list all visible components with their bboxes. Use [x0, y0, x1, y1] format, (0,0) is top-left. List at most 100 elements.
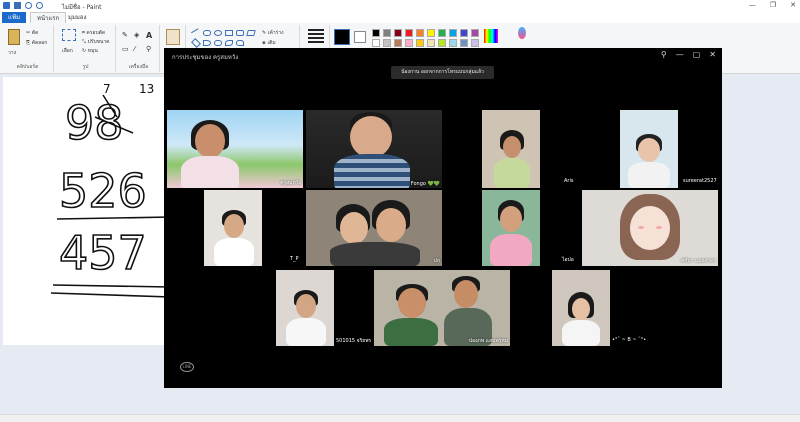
- participant-tile[interactable]: [620, 110, 678, 188]
- color-swatch[interactable]: [416, 39, 424, 47]
- participant-tile[interactable]: [482, 110, 540, 188]
- color-swatch[interactable]: [471, 39, 479, 47]
- curve-shape-icon[interactable]: [203, 30, 211, 36]
- oval-shape-icon[interactable]: [214, 30, 222, 36]
- arrow-shape-icon[interactable]: [203, 40, 211, 46]
- color-swatch[interactable]: [372, 39, 380, 47]
- pencil-icon[interactable]: ✎: [122, 31, 128, 39]
- participant-tile[interactable]: ครูสมหวัง: [167, 110, 303, 188]
- text-tool-icon[interactable]: A: [146, 31, 152, 40]
- paint3d-icon[interactable]: [518, 27, 526, 39]
- number-row-2: 526: [59, 164, 147, 218]
- save-icon[interactable]: [14, 2, 21, 9]
- number-row-1: 98: [65, 96, 124, 150]
- maximize-icon[interactable]: ▢: [693, 50, 701, 59]
- redo-icon[interactable]: [36, 2, 43, 9]
- polygon-shape-icon[interactable]: [246, 30, 256, 36]
- paste-icon[interactable]: [8, 29, 20, 45]
- fill-bucket-icon[interactable]: ◈: [134, 31, 139, 39]
- participant-tile[interactable]: [552, 270, 610, 346]
- fill-label: เติม: [267, 40, 276, 46]
- close-icon[interactable]: ✕: [709, 50, 716, 59]
- color-swatch[interactable]: [416, 29, 424, 37]
- copy-button[interactable]: ⎘ คัดลอก: [26, 39, 47, 47]
- line-shape-icon[interactable]: [191, 28, 201, 38]
- participant-tile[interactable]: [482, 190, 540, 266]
- color-swatch[interactable]: [449, 39, 457, 47]
- paint-app-icon: [3, 2, 10, 9]
- callout-shape-icon[interactable]: [214, 40, 222, 46]
- color2-selector[interactable]: [354, 31, 366, 43]
- eraser-icon[interactable]: ▭: [122, 45, 129, 53]
- carry-digit-a: 7: [103, 82, 111, 96]
- color1-selector[interactable]: [334, 29, 350, 45]
- cut-button[interactable]: ✂ ตัด: [26, 29, 38, 37]
- rectangle-shape-icon[interactable]: [225, 30, 233, 36]
- window-controls: — ❐ ✕: [749, 1, 796, 9]
- crop-button[interactable]: ⌗ ครอบตัด: [82, 29, 105, 37]
- color-swatch[interactable]: [394, 29, 402, 37]
- participant-tile[interactable]: [204, 190, 262, 266]
- color-palette: [372, 29, 484, 49]
- participant-name: ศศินา แดงสาคร: [681, 258, 716, 264]
- select-icon[interactable]: [62, 29, 76, 41]
- resize-button[interactable]: ⤡ ปรับขนาด: [82, 38, 110, 46]
- resize-label: ปรับขนาด: [87, 39, 110, 45]
- tab-home[interactable]: หน้าแรก: [30, 12, 67, 23]
- brush-icon[interactable]: [166, 29, 180, 45]
- color-swatch[interactable]: [471, 29, 479, 37]
- lightning-shape-icon[interactable]: [236, 40, 244, 46]
- diamond-shape-icon[interactable]: [191, 38, 201, 48]
- edit-colors-icon[interactable]: [484, 29, 498, 43]
- fill-button[interactable]: ◈ เติม: [262, 39, 276, 47]
- color-swatch[interactable]: [383, 29, 391, 37]
- minimize-icon[interactable]: —: [749, 1, 756, 9]
- select-button[interactable]: เลือก: [62, 47, 73, 55]
- restore-icon[interactable]: ❐: [770, 1, 776, 9]
- participant-name: •°˜ ~ B ~ ˜°•: [612, 337, 647, 343]
- minimize-icon[interactable]: —: [676, 50, 684, 59]
- tools-group-label: เครื่องมือ: [128, 64, 149, 70]
- heart-shape-icon[interactable]: [225, 40, 233, 46]
- color-swatch[interactable]: [460, 39, 468, 47]
- line-chat-icon[interactable]: LINE: [180, 362, 194, 372]
- tools-group: ✎ ◈ A ▭ ⁄ ⚲ เครื่องมือ: [118, 25, 160, 72]
- color-swatch[interactable]: [438, 39, 446, 47]
- color-swatch[interactable]: [427, 39, 435, 47]
- crop-label: ครอบตัด: [86, 30, 106, 36]
- participant-tile[interactable]: ปองภพ แสนพรหม: [374, 270, 510, 346]
- rounded-rect-shape-icon[interactable]: [236, 30, 244, 36]
- paste-button[interactable]: วาง: [8, 49, 16, 57]
- drawing-canvas[interactable]: 7 13 98 526 457: [3, 77, 173, 345]
- undo-icon[interactable]: [25, 2, 32, 9]
- pin-icon[interactable]: ⚲: [661, 50, 667, 59]
- magnifier-icon[interactable]: ⚲: [146, 45, 151, 53]
- handwriting-drawing: 7 13 98 526 457: [50, 82, 172, 298]
- color-swatch[interactable]: [460, 29, 468, 37]
- color-swatch[interactable]: [372, 29, 380, 37]
- window-title: ไม่มีชื่อ - Paint: [62, 4, 102, 11]
- outline-button[interactable]: ✎ เค้าร่าง: [262, 29, 284, 37]
- participant-tile[interactable]: [276, 270, 334, 346]
- participant-name: 501015 จริยพร: [336, 338, 372, 344]
- desktop: ไม่มีชื่อ - Paint — ❐ ✕ แฟ้ม หน้าแรก มุม…: [0, 0, 800, 422]
- color-swatch[interactable]: [449, 29, 457, 37]
- participant-tile[interactable]: ปก: [306, 190, 442, 266]
- color-swatch[interactable]: [405, 39, 413, 47]
- tab-file[interactable]: แฟ้ม: [2, 12, 26, 23]
- number-row-3: 457: [59, 226, 147, 280]
- tab-view[interactable]: มุมมอง: [62, 12, 92, 23]
- participant-tile[interactable]: Fongo 💚💚: [306, 110, 442, 188]
- rotate-button[interactable]: ↻ หมุน: [82, 47, 98, 55]
- color-swatch[interactable]: [405, 29, 413, 37]
- meeting-window-controls: ⚲ — ▢ ✕: [661, 50, 716, 59]
- color-swatch[interactable]: [438, 29, 446, 37]
- color-swatch[interactable]: [427, 29, 435, 37]
- size-icon[interactable]: [308, 29, 324, 43]
- color-swatch[interactable]: [383, 39, 391, 47]
- color-picker-icon[interactable]: ⁄: [134, 45, 135, 53]
- participant-tile[interactable]: ศศินา แดงสาคร: [582, 190, 718, 266]
- participant-name: Aris: [564, 178, 574, 184]
- close-icon[interactable]: ✕: [790, 1, 796, 9]
- color-swatch[interactable]: [394, 39, 402, 47]
